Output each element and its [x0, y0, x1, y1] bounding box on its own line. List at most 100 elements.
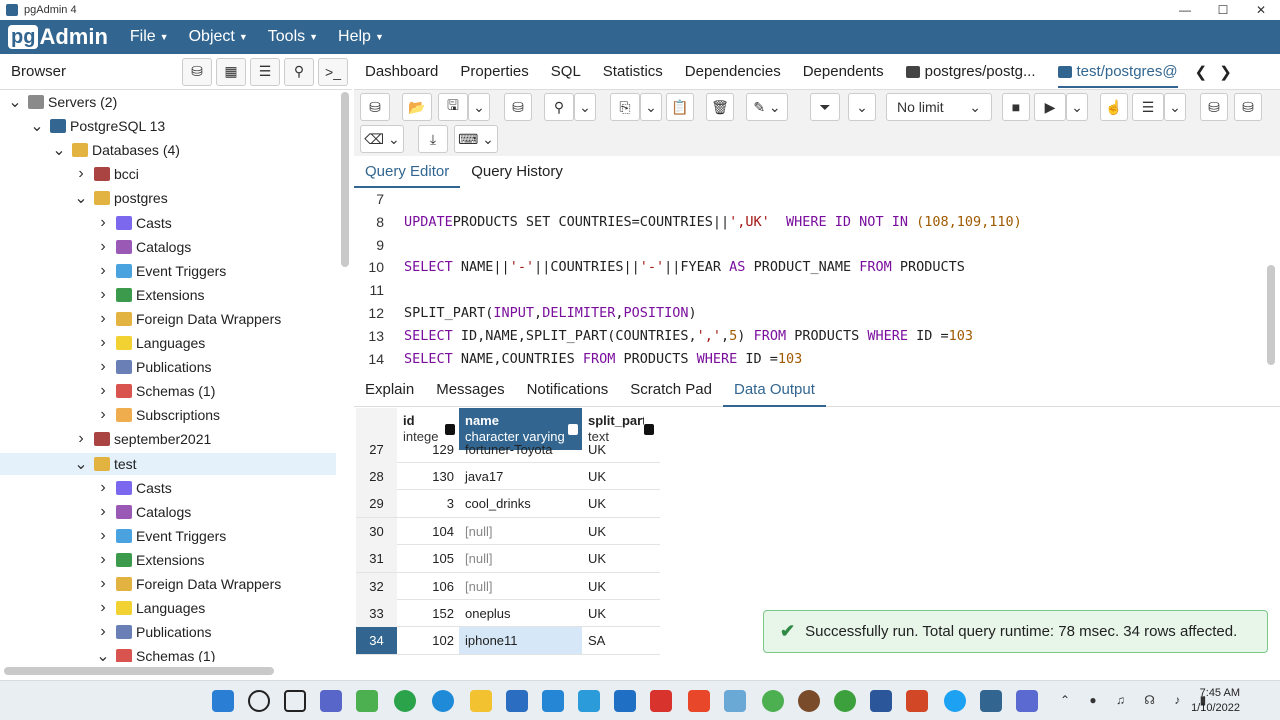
tree-node[interactable]: ⌄ Servers (2): [0, 91, 336, 113]
execute-icon[interactable]: ▶: [1034, 93, 1066, 121]
tree-view-icon[interactable]: ☰: [250, 57, 280, 86]
tree-node[interactable]: › Foreign Data Wrappers: [0, 308, 336, 330]
row-number[interactable]: 30: [356, 517, 397, 545]
row-number[interactable]: 29: [356, 490, 397, 518]
cell-split-part[interactable]: UK: [582, 551, 658, 566]
copy-icon[interactable]: ⎘: [610, 93, 640, 121]
cell-name[interactable]: oneplus: [459, 606, 582, 621]
tree-node[interactable]: ⌄ test: [0, 452, 336, 475]
tab-scratch-pad[interactable]: Scratch Pad: [619, 375, 723, 407]
tab-statistics[interactable]: Statistics: [603, 63, 663, 80]
chevron-right-icon[interactable]: ›: [96, 310, 110, 328]
app-icon[interactable]: [356, 690, 378, 712]
tab-messages[interactable]: Messages: [425, 375, 515, 407]
clear-icon[interactable]: ⌫ ⌄: [360, 125, 404, 153]
chevron-right-icon[interactable]: ›: [96, 382, 110, 400]
row-number[interactable]: 34: [356, 627, 397, 655]
copy-dropdown-icon[interactable]: ⌄: [640, 93, 662, 121]
database-icon[interactable]: ⛁: [182, 57, 212, 86]
table-row[interactable]: 34 102 iphone11 SA: [356, 627, 660, 655]
windows-start-icon[interactable]: [212, 690, 234, 712]
tree-node[interactable]: › Schemas (1): [0, 380, 336, 402]
cell-split-part[interactable]: UK: [582, 469, 658, 484]
table-view-icon[interactable]: ▦: [216, 57, 246, 86]
tree-node[interactable]: › Catalogs: [0, 501, 336, 523]
cell-id[interactable]: 104: [397, 524, 459, 539]
chevron-down-icon[interactable]: ⌄: [8, 92, 22, 112]
chevron-right-icon[interactable]: ›: [74, 165, 88, 183]
app-icon[interactable]: [834, 690, 856, 712]
cell-split-part[interactable]: UK: [582, 524, 658, 539]
cell-id[interactable]: 106: [397, 579, 459, 594]
task-view-icon[interactable]: [284, 690, 306, 712]
find-icon[interactable]: ⚲: [544, 93, 574, 121]
object-icon[interactable]: ⛁: [360, 93, 390, 121]
explain-icon[interactable]: ☝: [1100, 93, 1128, 121]
filter-icon[interactable]: ⏷: [810, 93, 840, 121]
tree-node[interactable]: › Publications: [0, 621, 336, 643]
tree-node[interactable]: › Publications: [0, 356, 336, 378]
tab-query-postgres[interactable]: postgres/postg...: [905, 63, 1036, 80]
table-row[interactable]: 31 105 [null] UK: [356, 545, 660, 573]
cell-name[interactable]: java17: [459, 469, 582, 484]
chevron-right-icon[interactable]: ›: [96, 527, 110, 545]
delete-row-icon[interactable]: 🗑: [706, 93, 734, 121]
menu-help[interactable]: Help ▼: [338, 28, 384, 46]
app-icon[interactable]: [724, 690, 746, 712]
chevron-right-icon[interactable]: ›: [96, 406, 110, 424]
save-data-icon[interactable]: ⛁: [504, 93, 532, 121]
cell-name[interactable]: fortuner-Toyota: [459, 442, 582, 457]
execute-dropdown-icon[interactable]: ⌄: [1066, 93, 1088, 121]
chevron-right-icon[interactable]: ›: [96, 358, 110, 376]
cell-name[interactable]: iphone11: [459, 627, 582, 655]
chevron-down-icon[interactable]: ⌄: [30, 116, 44, 136]
table-row[interactable]: 32 106 [null] UK: [356, 572, 660, 600]
cell-split-part[interactable]: UK: [582, 579, 658, 594]
row-limit-select[interactable]: No limit ⌄: [886, 93, 992, 121]
cell-id[interactable]: 105: [397, 551, 459, 566]
psql-terminal-icon[interactable]: >_: [318, 57, 348, 86]
chevron-right-icon[interactable]: ›: [96, 551, 110, 569]
tab-scroll-left-icon[interactable]: ❮: [1195, 63, 1208, 81]
chevron-right-icon[interactable]: ›: [96, 575, 110, 593]
pgadmin-taskbar-icon[interactable]: [980, 690, 1002, 712]
close-window-button[interactable]: ✕: [1242, 0, 1280, 20]
cell-id[interactable]: 3: [397, 496, 459, 511]
tree-node[interactable]: ⌄ Databases (4): [0, 139, 336, 161]
row-number[interactable]: 28: [356, 462, 397, 490]
cell-split-part[interactable]: SA: [582, 633, 658, 648]
chrome-icon[interactable]: [762, 690, 784, 712]
commit-icon[interactable]: ⛁: [1200, 93, 1228, 121]
table-row[interactable]: 28 130 java17 UK: [356, 462, 660, 491]
maximize-button[interactable]: ☐: [1204, 0, 1242, 20]
chevron-right-icon[interactable]: ›: [96, 479, 110, 497]
chevron-right-icon[interactable]: ›: [96, 599, 110, 617]
search-icon[interactable]: ⚲: [284, 57, 314, 86]
chevron-right-icon[interactable]: ›: [96, 503, 110, 521]
app-icon[interactable]: [798, 690, 820, 712]
table-row[interactable]: 30 104 [null] UK: [356, 517, 660, 546]
tab-properties[interactable]: Properties: [460, 63, 528, 80]
tree-node[interactable]: › Languages: [0, 597, 336, 619]
cell-name[interactable]: [null]: [459, 551, 582, 566]
cell-name[interactable]: [null]: [459, 524, 582, 539]
menu-object[interactable]: Object ▼: [189, 28, 248, 46]
tree-node[interactable]: › Event Triggers: [0, 525, 336, 547]
chevron-down-icon[interactable]: ⌄: [52, 140, 66, 160]
app-icon[interactable]: [578, 690, 600, 712]
tab-sql[interactable]: SQL: [551, 63, 581, 80]
open-file-icon[interactable]: 📂: [402, 93, 432, 121]
tab-query-editor[interactable]: Query Editor: [354, 158, 461, 188]
tree-node[interactable]: ⌄ postgres: [0, 187, 336, 209]
rollback-icon[interactable]: ⛁: [1234, 93, 1262, 121]
download-icon[interactable]: ⤓: [418, 125, 448, 153]
tab-dependencies[interactable]: Dependencies: [685, 63, 781, 80]
menu-file[interactable]: File ▼: [130, 28, 169, 46]
tree-node[interactable]: ⌄ Schemas (1): [0, 645, 336, 662]
chevron-right-icon[interactable]: ›: [96, 623, 110, 641]
chevron-down-icon[interactable]: ⌄: [74, 454, 88, 474]
chevron-right-icon[interactable]: ›: [74, 430, 88, 448]
find-dropdown-icon[interactable]: ⌄: [574, 93, 596, 121]
tree-node[interactable]: › Extensions: [0, 284, 336, 306]
table-row[interactable]: 27 129 fortuner-Toyota UK: [356, 435, 660, 463]
